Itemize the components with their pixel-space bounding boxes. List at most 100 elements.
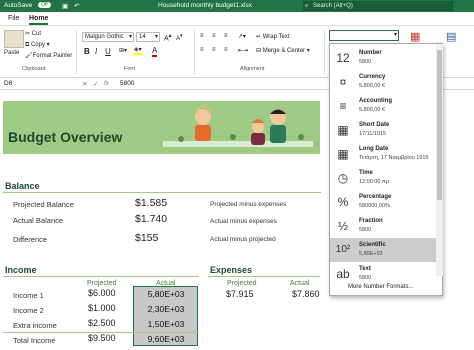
underline-button[interactable]: U [105, 47, 111, 56]
increase-font-icon[interactable]: A▴ [164, 33, 172, 42]
wrap-icon: ↵ [256, 34, 262, 40]
format-example: 5800 [359, 275, 372, 281]
align-bottom-icon[interactable]: ≡ [224, 33, 228, 39]
font-size-select[interactable]: 14 ▾ [136, 32, 160, 42]
format-option-scientific[interactable]: 10² Scientific 5,80E+03 [330, 238, 436, 262]
format-name: Long Date [359, 146, 389, 152]
save-icon[interactable]: ▣ [62, 2, 68, 10]
enter-icon[interactable]: ✓ [93, 80, 98, 88]
copy-button[interactable]: ⧉ Copy ▾ [25, 41, 50, 49]
tab-file[interactable]: File [8, 15, 19, 22]
merge-center-label: Merge & Center [262, 48, 306, 54]
format-option-text[interactable]: ab Text 5800 [330, 262, 436, 286]
format-example: 17/11/1915 [359, 131, 387, 137]
divider [194, 30, 195, 74]
balance-value: $1.740 [135, 213, 168, 225]
brush-icon: 🖌 [25, 53, 33, 59]
format-option-percentage[interactable]: % Percentage 580000,00% [330, 190, 436, 214]
cut-button[interactable]: ✂ Cut [25, 30, 41, 37]
conditional-format-icon[interactable]: ▦ [410, 30, 420, 43]
name-box[interactable]: D8 [4, 80, 12, 87]
income-projected: $2.500 [88, 318, 116, 328]
align-left-icon[interactable]: ≡ [200, 47, 204, 53]
tab-home[interactable]: Home [29, 15, 49, 25]
divider [76, 30, 77, 74]
font-name-value: Malgun Gothic [85, 34, 124, 40]
divider [208, 276, 320, 277]
merge-center-button[interactable]: ⊟ Merge & Center ▾ [256, 47, 310, 54]
income-total-actual-cell[interactable]: 9,60E+03 [135, 334, 197, 344]
scrollbar-thumb[interactable] [437, 50, 442, 200]
accounting-icon: ≡ [339, 99, 347, 113]
italic-button[interactable]: I [95, 47, 97, 56]
text-icon: ab [336, 267, 350, 281]
format-example: 5,80E+03 [359, 251, 383, 257]
document-title: Household monthly budget1.xlsx [158, 2, 252, 9]
more-number-formats-link[interactable]: More Number Formats... [348, 284, 413, 290]
indent-icon[interactable]: ⇤⇥ [238, 47, 248, 54]
column-header-actual: Actual [290, 280, 310, 287]
format-option-fraction[interactable]: ½ Fraction 5800 [330, 214, 436, 238]
search-placeholder: Search (Alt+Q) [313, 3, 353, 9]
format-option-time[interactable]: ◷ Time 12:00:00 πμ [330, 166, 436, 190]
format-name: Scientific [359, 242, 386, 248]
formula-input[interactable]: 5800 [120, 80, 134, 87]
search-box[interactable]: ⌕ Search (Alt+Q) [303, 1, 453, 11]
currency-icon: ¤ [339, 75, 347, 89]
balance-desc: Actual minus projected [210, 236, 276, 243]
borders-icon[interactable]: ⊞▾ [119, 47, 127, 54]
expense-actual: $7.860 [292, 289, 320, 299]
expense-projected: $7.915 [226, 289, 254, 299]
format-option-currency[interactable]: ¤ Currency 5.800,00 € [330, 70, 436, 94]
function-icon[interactable]: fx [104, 80, 109, 87]
format-option-short-date[interactable]: ▦ Short Date 17/11/1915 [330, 118, 436, 142]
format-example: 12:00:00 πμ [359, 179, 389, 185]
orientation-icon[interactable]: ↗▾ [238, 33, 246, 40]
align-right-icon[interactable]: ≡ [224, 47, 228, 53]
format-as-table-icon[interactable]: ▤ [446, 30, 456, 43]
group-alignment: Alignment [240, 66, 265, 72]
undo-icon[interactable]: ↶ [74, 2, 79, 10]
align-middle-icon[interactable]: ≡ [212, 33, 216, 39]
column-header-projected: Projected [87, 280, 117, 287]
decrease-font-icon[interactable]: A▾ [176, 33, 183, 42]
format-option-long-date[interactable]: ▦ Long Date Τετάρτη, 17 Νοεμβρίου 1915 [330, 142, 436, 166]
format-name: Currency [359, 74, 386, 80]
income-actual-cell[interactable]: 2,30E+03 [135, 304, 197, 314]
format-name: Fraction [359, 218, 383, 224]
bold-button[interactable]: B [84, 47, 90, 56]
paste-button[interactable]: Paste [4, 50, 19, 56]
align-center-icon[interactable]: ≡ [212, 47, 216, 53]
wrap-text-button[interactable]: ↵ Wrap Text [256, 33, 290, 40]
divider [324, 30, 325, 74]
format-example: 580000,00% [359, 203, 390, 209]
autosave-toggle[interactable]: Off [38, 2, 51, 8]
income-projected: $1.000 [88, 303, 116, 313]
number-icon: 12 [336, 51, 350, 65]
balance-label: Projected Balance [13, 200, 74, 209]
format-option-accounting[interactable]: ≡ Accounting 5.800,00 € [330, 94, 436, 118]
fill-color-icon[interactable]: ◈▾ [134, 46, 142, 55]
align-top-icon[interactable]: ≡ [200, 33, 204, 39]
dropdown-scrollbar[interactable] [436, 44, 443, 276]
wrap-text-label: Wrap Text [262, 34, 290, 40]
font-color-icon[interactable]: A [152, 46, 158, 57]
balance-label: Difference [13, 235, 48, 244]
format-option-number[interactable]: 12 Number 5800 [330, 46, 436, 70]
cancel-icon[interactable]: ✕ [82, 80, 87, 88]
income-actual-cell[interactable]: 5,80E+03 [135, 289, 197, 299]
format-name: Text [359, 266, 371, 272]
font-name-select[interactable]: Malgun Gothic ▾ [82, 32, 134, 42]
format-painter-button[interactable]: 🖌Format Painter [25, 52, 72, 59]
balance-desc: Actual minus expenses [210, 218, 277, 225]
income-label: Extra income [13, 321, 57, 330]
balance-desc: Projected minus expenses [210, 201, 287, 208]
chevron-down-icon: ▾ [154, 34, 158, 40]
income-actual-cell[interactable]: 1,50E+03 [135, 319, 197, 329]
divider [3, 276, 199, 277]
format-name: Short Date [359, 122, 390, 128]
paste-icon[interactable] [4, 30, 24, 48]
expenses-section-title: Expenses [210, 265, 253, 275]
copy-icon: ⧉ [25, 42, 30, 48]
number-format-select[interactable]: ▾ [329, 30, 399, 41]
